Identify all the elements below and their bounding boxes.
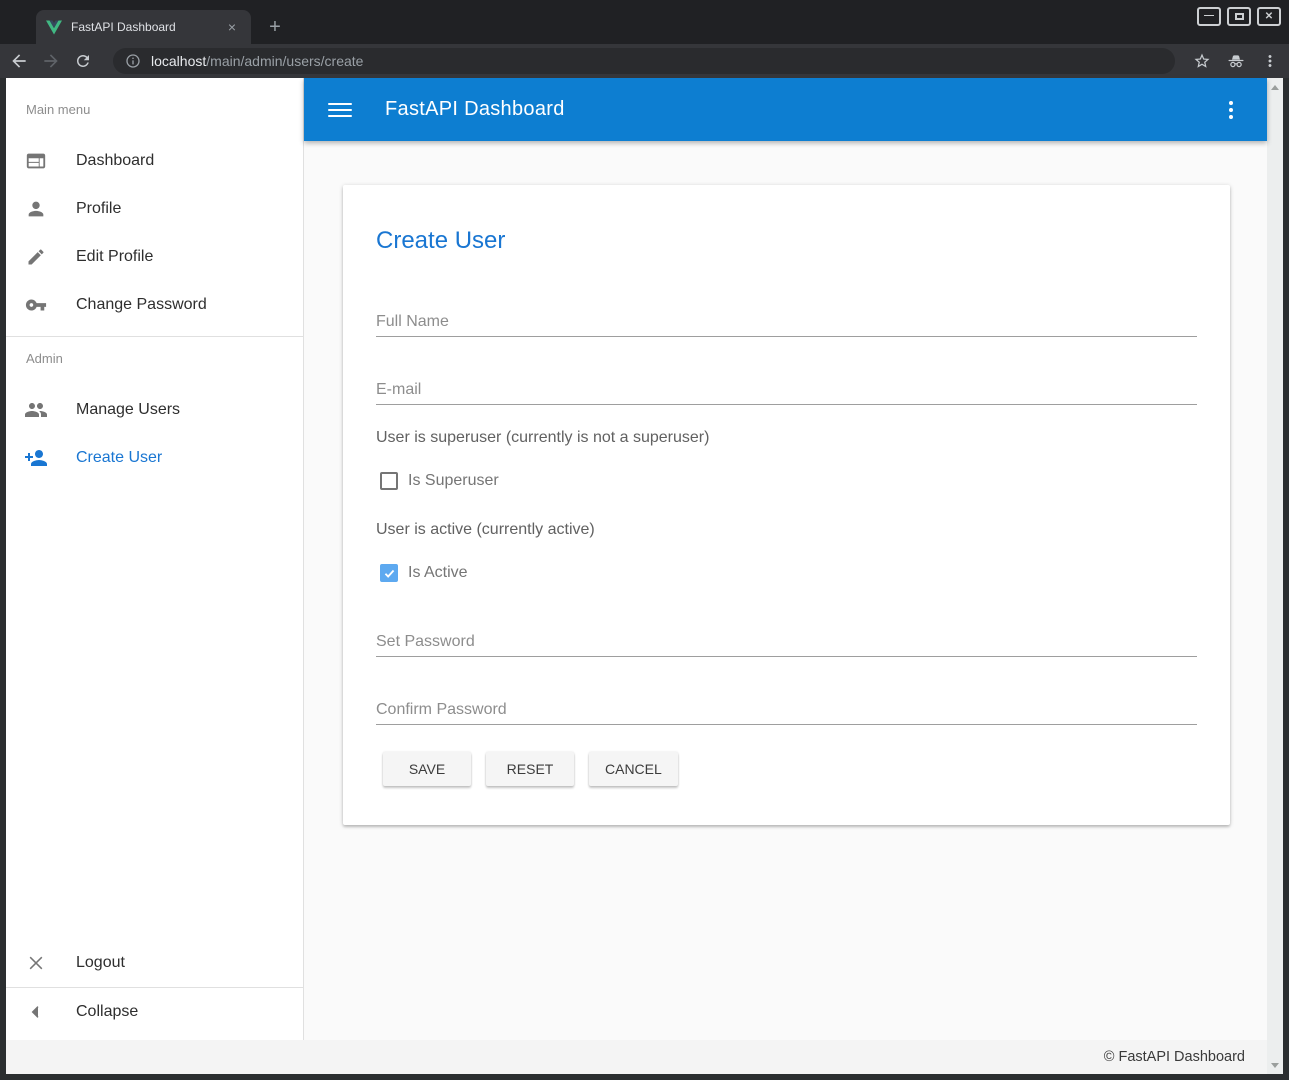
cancel-button[interactable]: CANCEL (589, 752, 678, 786)
browser-menu-icon[interactable] (1257, 48, 1283, 74)
tab-title: FastAPI Dashboard (71, 20, 223, 34)
checkbox-label: Is Active (408, 564, 468, 582)
address-bar[interactable]: localhost/main/admin/users/create (113, 48, 1175, 74)
sidebar-item-manage-users[interactable]: Manage Users (6, 386, 304, 434)
scroll-up-arrow-icon[interactable] (1267, 80, 1283, 94)
url-host: localhost (151, 53, 206, 69)
key-icon (24, 293, 48, 317)
email-field[interactable] (376, 375, 1197, 405)
url-text: localhost/main/admin/users/create (151, 53, 363, 69)
person-add-icon (24, 446, 48, 470)
page-info-icon[interactable] (125, 53, 141, 69)
close-window-button[interactable]: ✕ (1257, 7, 1281, 26)
app-bar-title: FastAPI Dashboard (385, 98, 565, 121)
sidebar-item-dashboard[interactable]: Dashboard (6, 137, 304, 185)
sidebar-item-label: Manage Users (76, 401, 180, 419)
checkbox-label: Is Superuser (408, 472, 499, 490)
hamburger-menu-icon[interactable] (328, 98, 352, 122)
window-controls: — ✕ (1197, 7, 1281, 26)
url-path: /main/admin/users/create (206, 53, 363, 69)
sidebar-item-change-password[interactable]: Change Password (6, 281, 304, 329)
reset-button[interactable]: RESET (486, 752, 574, 786)
sidebar-item-edit-profile[interactable]: Edit Profile (6, 233, 304, 281)
tab-close-icon[interactable]: × (223, 18, 241, 36)
sidebar-item-collapse[interactable]: Collapse (6, 988, 304, 1036)
sidebar-item-profile[interactable]: Profile (6, 185, 304, 233)
browser-tab[interactable]: FastAPI Dashboard × (36, 10, 251, 44)
is-superuser-checkbox-row[interactable]: Is Superuser (380, 472, 499, 490)
checkbox-checked-icon[interactable] (380, 564, 398, 582)
create-user-card: Create User User is superuser (currently… (343, 185, 1230, 825)
people-icon (24, 398, 48, 422)
back-icon[interactable] (6, 48, 32, 74)
full-name-field[interactable] (376, 307, 1197, 337)
page-footer: © FastAPI Dashboard (6, 1040, 1267, 1074)
browser-toolbar: localhost/main/admin/users/create (0, 44, 1289, 78)
app-bar: FastAPI Dashboard (304, 78, 1267, 141)
sidebar-item-label: Profile (76, 200, 121, 218)
copyright-text: © FastAPI Dashboard (1104, 1049, 1245, 1065)
form-actions: SAVE RESET CANCEL (383, 752, 678, 786)
incognito-icon (1223, 48, 1249, 74)
sidebar: Main menu Dashboard Profile Edit Profile (6, 78, 304, 1040)
sidebar-section-admin: Admin (26, 351, 63, 366)
minimize-button[interactable]: — (1197, 7, 1221, 26)
dashboard-icon (24, 149, 48, 173)
page-content: Main menu Dashboard Profile Edit Profile (6, 78, 1283, 1074)
is-active-checkbox-row[interactable]: Is Active (380, 564, 468, 582)
sidebar-item-label: Change Password (76, 296, 207, 314)
confirm-password-field[interactable] (376, 695, 1197, 725)
app-bar-menu-icon[interactable] (1219, 98, 1243, 122)
bookmark-star-icon[interactable] (1189, 48, 1215, 74)
sidebar-item-create-user[interactable]: Create User (6, 434, 304, 482)
forward-icon[interactable] (38, 48, 64, 74)
toolbar-right (1189, 48, 1283, 74)
tab-strip: FastAPI Dashboard × + — ✕ (0, 0, 1289, 44)
scroll-down-arrow-icon[interactable] (1267, 1058, 1283, 1072)
browser-window: FastAPI Dashboard × + — ✕ localhost/main… (0, 0, 1289, 1080)
save-button[interactable]: SAVE (383, 752, 471, 786)
person-icon (24, 197, 48, 221)
new-tab-button[interactable]: + (262, 14, 288, 40)
vue-logo-icon (46, 20, 62, 35)
sidebar-item-label: Dashboard (76, 152, 154, 170)
chevron-left-icon (24, 1000, 48, 1024)
sidebar-item-label: Logout (76, 954, 125, 972)
sidebar-item-logout[interactable]: Logout (6, 939, 304, 987)
sidebar-item-label: Create User (76, 449, 162, 467)
maximize-button[interactable] (1227, 7, 1251, 26)
sidebar-divider (6, 336, 304, 337)
sidebar-item-label: Edit Profile (76, 248, 153, 266)
page-scrollbar[interactable] (1267, 78, 1283, 1074)
set-password-field[interactable] (376, 627, 1197, 657)
page-title: Create User (376, 227, 505, 255)
pencil-icon (24, 245, 48, 269)
refresh-icon[interactable] (70, 48, 96, 74)
active-hint: User is active (currently active) (376, 521, 595, 539)
sidebar-item-label: Collapse (76, 1003, 138, 1021)
sidebar-section-main-menu: Main menu (26, 102, 90, 117)
close-x-icon (24, 951, 48, 975)
superuser-hint: User is superuser (currently is not a su… (376, 429, 709, 447)
checkbox-unchecked-icon[interactable] (380, 472, 398, 490)
